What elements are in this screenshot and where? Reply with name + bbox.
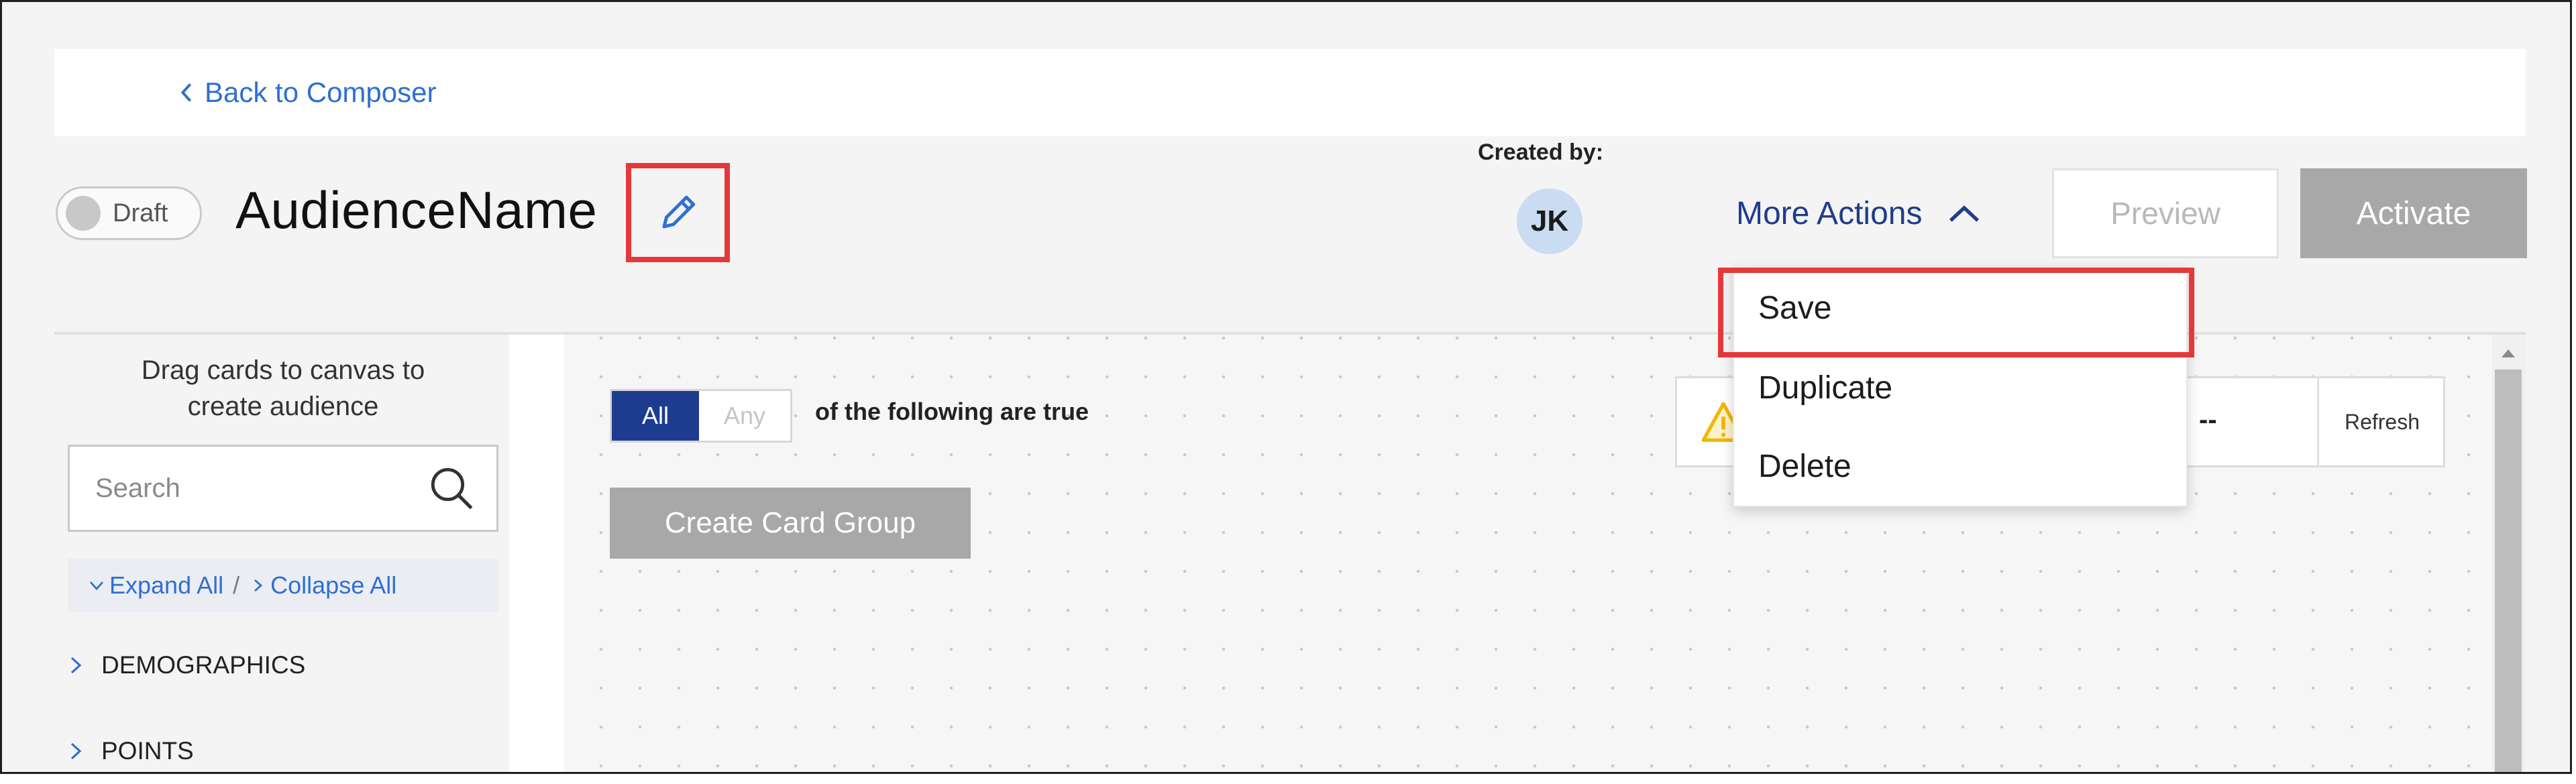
chevron-right-icon bbox=[70, 742, 82, 760]
audience-size-value: -- bbox=[2199, 405, 2217, 435]
activate-button[interactable]: Activate bbox=[2300, 168, 2527, 258]
scrollbar-thumb[interactable] bbox=[2495, 370, 2522, 772]
rule-description: of the following are true bbox=[815, 398, 1089, 425]
match-any-option[interactable]: Any bbox=[699, 391, 790, 441]
expand-all-link[interactable]: Expand All bbox=[88, 571, 223, 600]
scroll-up-button[interactable] bbox=[2495, 341, 2522, 366]
stats-divider bbox=[2317, 378, 2319, 465]
menu-item-duplicate[interactable]: Duplicate bbox=[1734, 349, 2186, 427]
more-actions-button[interactable]: More Actions bbox=[1736, 190, 1982, 237]
draft-status-label: Draft bbox=[113, 199, 168, 227]
chevron-right-icon bbox=[70, 657, 82, 674]
back-to-composer-link[interactable]: Back to Composer bbox=[178, 69, 436, 116]
refresh-button[interactable]: Refresh bbox=[2320, 378, 2445, 465]
card-search-input[interactable] bbox=[94, 472, 378, 504]
preview-button[interactable]: Preview bbox=[2052, 168, 2279, 258]
search-icon[interactable] bbox=[427, 463, 476, 513]
collapse-all-label: Collapse All bbox=[270, 571, 397, 599]
chevron-left-icon bbox=[180, 83, 192, 102]
more-actions-label: More Actions bbox=[1736, 195, 1923, 231]
category-label: DEMOGRAPHICS bbox=[101, 651, 306, 679]
caret-up-icon bbox=[2502, 349, 2515, 357]
category-label: POINTS bbox=[101, 737, 194, 765]
expand-all-label: Expand All bbox=[109, 571, 224, 599]
sidebar-instructions-line2: create audience bbox=[187, 392, 379, 421]
toggle-knob bbox=[66, 196, 101, 231]
created-by-label: Created by: bbox=[1478, 139, 1604, 165]
match-all-option[interactable]: All bbox=[612, 391, 699, 441]
expand-collapse-row: Expand All / Collapse All bbox=[68, 559, 498, 612]
card-search-box bbox=[68, 445, 498, 532]
collapse-all-link[interactable]: Collapse All bbox=[249, 571, 396, 600]
audience-name-title: AudienceName bbox=[235, 180, 598, 239]
create-card-group-button[interactable]: Create Card Group bbox=[610, 488, 971, 559]
creator-avatar: JK bbox=[1517, 188, 1582, 254]
category-points[interactable]: POINTS bbox=[68, 737, 194, 765]
chevron-down-icon bbox=[89, 581, 104, 591]
pencil-icon bbox=[662, 195, 695, 229]
match-mode-toggle: All Any bbox=[610, 389, 792, 443]
canvas-left-gutter bbox=[509, 335, 564, 772]
expand-collapse-separator: / bbox=[233, 571, 240, 599]
menu-item-delete[interactable]: Delete bbox=[1734, 427, 2186, 505]
back-link-label: Back to Composer bbox=[205, 76, 437, 108]
more-actions-menu: Save Duplicate Delete bbox=[1733, 267, 2188, 507]
chevron-up-icon bbox=[1949, 205, 1980, 222]
chevron-right-icon bbox=[254, 579, 263, 592]
menu-item-save[interactable]: Save bbox=[1734, 269, 2186, 347]
app-window: Back to Composer Draft AudienceName Crea… bbox=[0, 0, 2572, 774]
category-demographics[interactable]: DEMOGRAPHICS bbox=[68, 651, 305, 679]
draft-status-toggle[interactable]: Draft bbox=[56, 186, 202, 240]
edit-audience-name-button[interactable] bbox=[626, 163, 730, 262]
sidebar-instructions-line1: Drag cards to canvas to bbox=[141, 355, 425, 385]
sidebar-instructions: Drag cards to canvas to create audience bbox=[56, 352, 511, 425]
